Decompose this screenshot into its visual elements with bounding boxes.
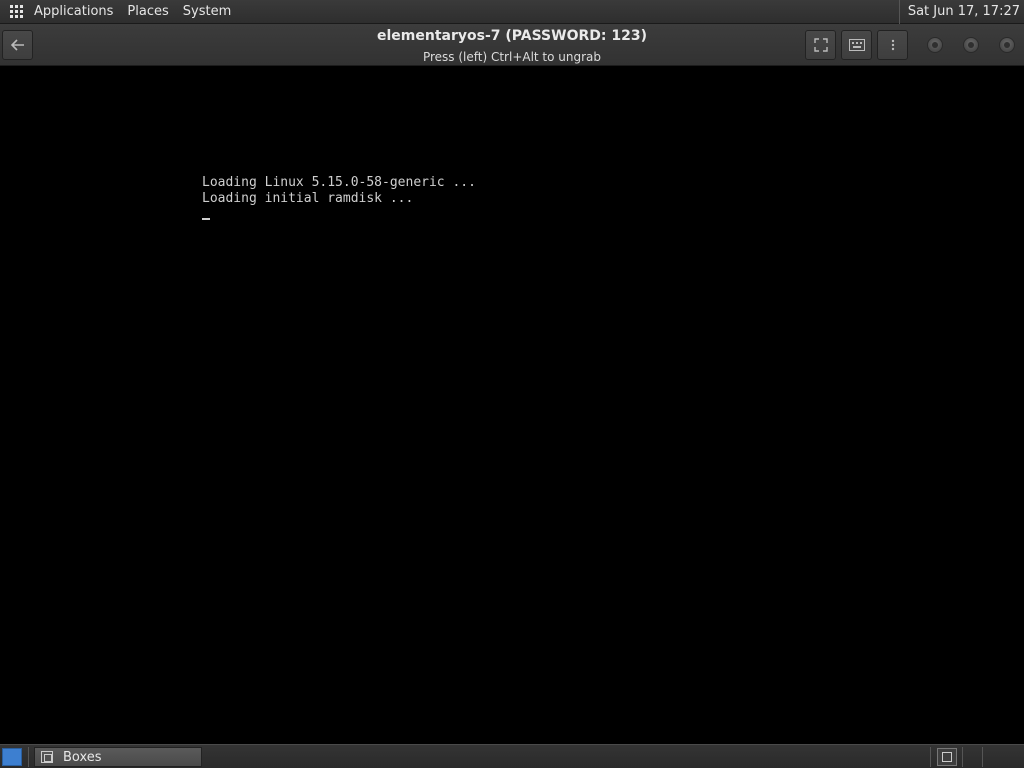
vertical-dots-icon [891, 39, 894, 51]
workspace-switcher[interactable] [937, 748, 957, 766]
vm-display[interactable]: Loading Linux 5.15.0-58-generic ... Load… [0, 66, 1024, 744]
console-cursor [202, 218, 210, 220]
taskbar-item-label: Boxes [63, 749, 102, 765]
separator [962, 747, 963, 767]
close-icon [1004, 42, 1010, 48]
boxes-app-icon [41, 751, 53, 763]
menu-system[interactable]: System [183, 0, 231, 24]
clock[interactable]: Sat Jun 17, 17:27 [898, 0, 1020, 24]
top-panel: Applications Places System Sat Jun 17, 1… [0, 0, 1024, 24]
back-button[interactable] [2, 30, 33, 60]
keyboard-icon [848, 39, 865, 51]
minimize-icon [932, 42, 938, 48]
separator [28, 747, 29, 767]
back-arrow-icon [10, 39, 24, 51]
fullscreen-button[interactable] [805, 30, 836, 60]
console-line: Loading initial ramdisk ... [202, 191, 414, 206]
separator [930, 747, 931, 767]
maximize-button[interactable] [963, 37, 979, 53]
minimize-button[interactable] [927, 37, 943, 53]
window-subtitle: Press (left) Ctrl+Alt to ungrab [422, 50, 602, 64]
menu-button[interactable] [877, 30, 908, 60]
show-desktop-button[interactable] [2, 748, 22, 766]
workspace-icon [942, 752, 952, 762]
window-title: elementaryos-7 (PASSWORD: 123) [377, 28, 647, 44]
close-button[interactable] [999, 37, 1015, 53]
console-line: Loading Linux 5.15.0-58-generic ... [202, 175, 476, 190]
fullscreen-icon [813, 38, 828, 52]
bottom-panel: Boxes [0, 744, 1024, 768]
keyboard-button[interactable] [841, 30, 872, 60]
apps-grid-icon[interactable] [10, 4, 24, 19]
taskbar-item-boxes[interactable]: Boxes [34, 747, 202, 767]
window-headerbar: elementaryos-7 (PASSWORD: 123) Press (le… [0, 24, 1024, 66]
menu-applications[interactable]: Applications [34, 0, 113, 24]
menu-places[interactable]: Places [127, 0, 168, 24]
maximize-icon [968, 42, 974, 48]
separator [982, 747, 983, 767]
title-block: elementaryos-7 (PASSWORD: 123) Press (le… [262, 24, 762, 66]
